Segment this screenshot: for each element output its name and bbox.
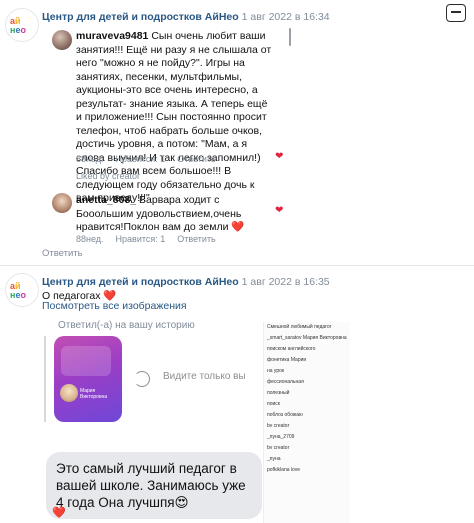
story-thumbnail[interactable]: Мария Викторовна [54, 336, 122, 422]
thumb-line: Смешной любимый педагог [267, 324, 332, 330]
view-all-images-link[interactable]: Посмотреть все изображения [42, 300, 187, 312]
thumb-line: фессиональная [267, 379, 304, 385]
view-only-label: Видите только вы [163, 371, 246, 382]
thumb-line: на урок [267, 368, 285, 374]
comment-meta: 88нед. Нравится: 1 Ответить [76, 154, 228, 164]
menu-icon[interactable] [446, 4, 466, 22]
group-avatar[interactable]: ай нео [5, 8, 39, 42]
story-teacher-name: Мария Викторовна [80, 388, 108, 400]
post-author[interactable]: Центр для детей и подростков АйНео [42, 11, 239, 23]
heart-icon[interactable]: ❤ [275, 205, 283, 216]
scrollbar[interactable] [289, 28, 291, 46]
comment-text: anetta_808_ Варвара ходит с Бооольшим уд… [76, 194, 272, 235]
thumb-line: bv creator [267, 445, 290, 451]
post-date[interactable]: 1 авг 2022 в 16:34 [242, 11, 330, 23]
comment-username[interactable]: muraveva9481 [76, 30, 148, 42]
comment-likes[interactable]: Нравится: 1 [116, 234, 166, 244]
thumb-line: поблоз обожаю [267, 412, 303, 418]
logo-icon: ай нео [10, 281, 26, 300]
post-header: Центр для детей и подростков АйНео 1 авг … [42, 11, 330, 23]
comment-reply[interactable]: Ответить [177, 154, 215, 164]
thumb-line: поиск [267, 401, 280, 407]
group-avatar[interactable]: ай нео [5, 273, 39, 307]
comment-reply[interactable]: Ответить [177, 234, 215, 244]
post-divider [0, 265, 474, 266]
heart-emoji: ❤️ [231, 221, 245, 233]
thumb-line: _пуна [267, 456, 281, 462]
comment-likes[interactable]: Нравится: 1 [116, 154, 166, 164]
story-photo [60, 384, 78, 402]
logo-icon: ай нео [10, 16, 26, 35]
commenter-avatar[interactable] [52, 30, 72, 50]
reply-link[interactable]: Ответить [42, 248, 83, 259]
comment-meta: 88нед. Нравится: 1 Ответить [76, 234, 228, 244]
post-author[interactable]: Центр для детей и подростков АйНео [42, 276, 239, 288]
thumb-line: _smart_saratov Мария Викторовна [267, 335, 347, 341]
post-date[interactable]: 1 авг 2022 в 16:35 [242, 276, 330, 288]
thumb-line: полезный [267, 390, 290, 396]
thumb-line: _пуна_2709 [267, 434, 295, 440]
replay-icon[interactable] [134, 371, 150, 387]
comment-username[interactable]: anetta_808_ [76, 194, 136, 206]
comment-age: 88нед. [76, 234, 104, 244]
story-label: Ответил(-а) на вашу историю [58, 320, 195, 331]
thumb-line: pofkiklana love [267, 467, 301, 473]
thumb-line: фонетика Марии [267, 357, 307, 363]
heart-emoji: ❤️ [52, 507, 66, 519]
thumb-line: поиском английского [267, 346, 316, 352]
heart-icon[interactable]: ❤ [275, 151, 283, 162]
post-header: Центр для детей и подростков АйНео 1 авг … [42, 276, 330, 288]
story-card [61, 346, 111, 376]
commenter-avatar[interactable] [52, 193, 72, 213]
message-text: Это самый лучший педагог в вашей школе. … [56, 461, 246, 510]
message-bubble: Это самый лучший педагог в вашей школе. … [46, 452, 262, 519]
comment-age: 88нед. [76, 154, 104, 164]
story-reply-line [44, 336, 46, 422]
thumb-line: bv creator [267, 423, 290, 429]
comments-thumbnail[interactable]: Смешной любимый педагог _smart_saratov М… [263, 322, 350, 523]
liked-by: Liked by creator [76, 171, 141, 181]
